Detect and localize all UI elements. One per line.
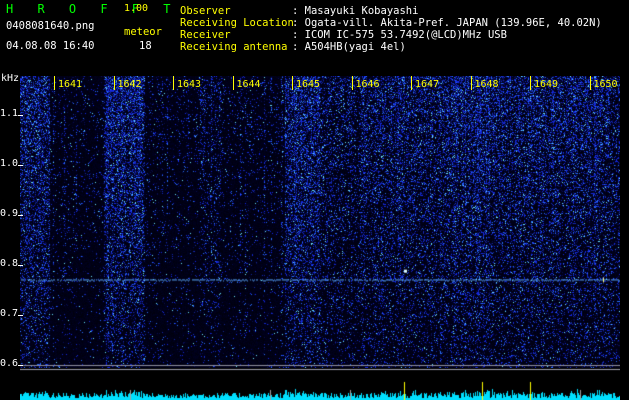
minute-tick: [173, 76, 174, 90]
y-axis-unit: kHz: [1, 73, 20, 84]
minute-label: 1649: [534, 79, 559, 90]
signal-strength-strip: [20, 368, 620, 400]
frequency-tick-label: 1.0: [0, 158, 19, 169]
minute-label: 1645: [296, 79, 321, 90]
minute-label: 1643: [177, 79, 202, 90]
frequency-tick-label: 0.8: [0, 258, 19, 269]
minute-label: 1644: [236, 79, 261, 90]
frequency-tick-label: 0.7: [0, 308, 19, 319]
capture-datetime: 04.08.08 16:40: [6, 40, 95, 52]
frequency-tick-label: 0.6: [0, 358, 19, 369]
minute-tick: [470, 76, 472, 90]
minute-tick: [54, 76, 55, 90]
info-label-receiver: Receiver: [180, 29, 231, 41]
app-version: 1.00: [124, 3, 149, 14]
minute-tick: [292, 76, 293, 90]
minute-tick: [351, 76, 353, 90]
meteor-label: meteor: [124, 26, 162, 38]
frequency-tick: [18, 365, 23, 366]
info-label-location: Receiving Location: [180, 17, 294, 29]
minute-label: 1648: [474, 79, 499, 90]
info-label-antenna: Receiving antenna: [180, 41, 288, 53]
spectrogram: [20, 76, 620, 368]
minute-label: 1641: [58, 79, 83, 90]
info-value-location: : Ogata-vill. Akita-Pref. JAPAN (139.96E…: [292, 17, 602, 29]
info-value-antenna: : A504HB(yagi 4el): [292, 41, 406, 53]
info-value-observer: : Masayuki Kobayashi: [292, 5, 419, 17]
info-value-receiver: : ICOM IC-575 53.7492(@LCD)MHz USB: [292, 29, 507, 41]
minute-label: 1647: [415, 79, 440, 90]
file-name: 0408081640.png: [6, 20, 95, 32]
frequency-tick-label: 1.1: [0, 108, 19, 119]
minute-tick: [589, 76, 591, 90]
minute-label: 1646: [355, 79, 380, 90]
minute-tick: [530, 76, 531, 90]
app-title: H R O F F T: [6, 2, 179, 16]
meteor-count: 18: [139, 40, 152, 52]
spectrogram-canvas: [20, 76, 620, 368]
minute-tick: [411, 76, 412, 90]
frequency-tick: [18, 265, 23, 266]
frequency-tick: [18, 315, 23, 316]
info-label-observer: Observer: [180, 5, 231, 17]
frequency-tick: [18, 165, 23, 166]
minute-label: 1650: [593, 79, 618, 90]
frequency-tick: [18, 115, 23, 116]
frequency-tick-label: 0.9: [0, 208, 19, 219]
minute-tick: [113, 76, 115, 90]
signal-strength-canvas: [20, 368, 620, 400]
minute-tick: [232, 76, 234, 90]
frequency-tick: [18, 215, 23, 216]
minute-label: 1642: [117, 79, 142, 90]
